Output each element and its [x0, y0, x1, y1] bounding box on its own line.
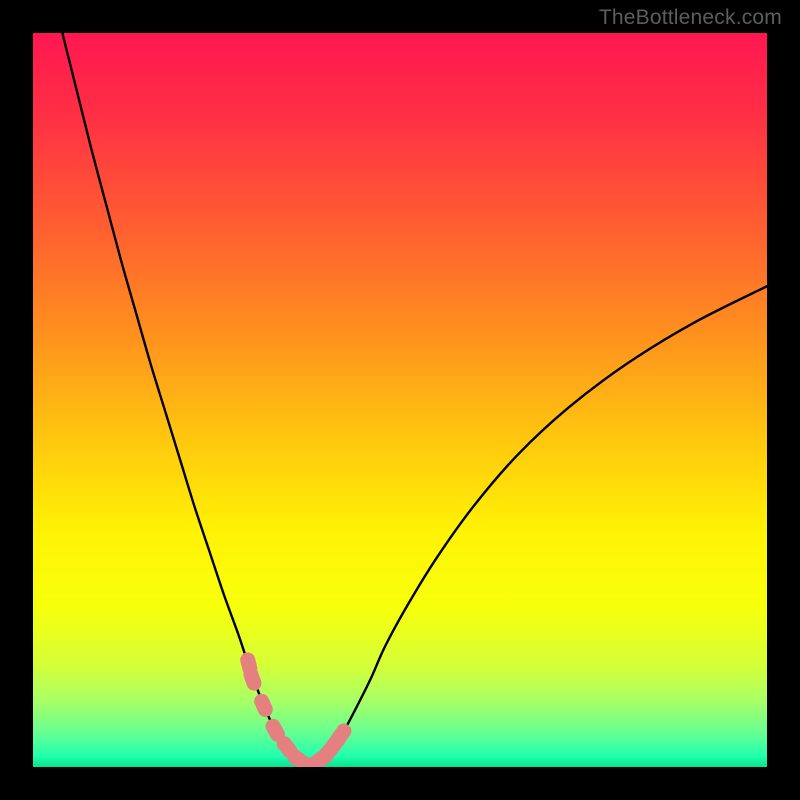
watermark: TheBottleneck.com	[599, 6, 782, 30]
chart-frame: TheBottleneck.com	[0, 0, 800, 800]
plot-area	[33, 33, 767, 767]
curve-markers	[239, 651, 355, 767]
curve-marker	[252, 691, 275, 719]
bottleneck-curve	[62, 33, 767, 765]
curve-layer	[33, 33, 767, 767]
